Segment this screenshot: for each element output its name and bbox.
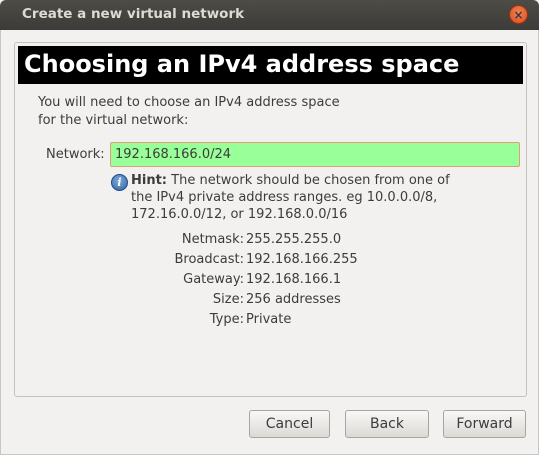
forward-button[interactable]: Forward — [443, 410, 526, 438]
window-title: Create a new virtual network — [22, 6, 245, 22]
close-icon[interactable]: × — [509, 5, 528, 24]
size-value: 256 addresses — [246, 292, 341, 307]
type-label: Type: — [209, 312, 244, 327]
netmask-value: 255.255.255.0 — [246, 232, 342, 247]
size-label: Size: — [212, 292, 244, 307]
detail-row-gateway: Gateway: 192.168.166.1 — [15, 272, 528, 292]
intro-text: You will need to choose an IPv4 address … — [38, 95, 340, 128]
type-value: Private — [246, 312, 292, 327]
netmask-label: Netmask: — [181, 232, 244, 247]
dialog-body: Choosing an IPv4 address space You will … — [0, 30, 539, 455]
detail-row-broadcast: Broadcast: 192.168.166.255 — [15, 252, 528, 272]
hint-text: Hint: The network should be chosen from … — [131, 172, 451, 223]
page-banner: Choosing an IPv4 address space — [18, 46, 523, 84]
broadcast-label: Broadcast: — [174, 252, 244, 267]
hint-body: The network should be chosen from one of… — [131, 173, 450, 222]
cancel-button[interactable]: Cancel — [249, 410, 330, 438]
page-title: Choosing an IPv4 address space — [24, 50, 460, 78]
gateway-label: Gateway: — [183, 272, 244, 287]
back-button[interactable]: Back — [345, 410, 429, 438]
detail-row-size: Size: 256 addresses — [15, 292, 528, 312]
detail-row-netmask: Netmask: 255.255.255.0 — [15, 232, 528, 252]
network-input[interactable] — [110, 142, 520, 167]
gateway-value: 192.168.166.1 — [246, 272, 342, 287]
title-bar[interactable]: Create a new virtual network × — [0, 0, 539, 30]
broadcast-value: 192.168.166.255 — [246, 252, 358, 267]
detail-row-type: Type: Private — [15, 312, 528, 332]
info-icon: i — [111, 174, 128, 191]
content-panel: Choosing an IPv4 address space You will … — [14, 42, 527, 397]
network-label: Network: — [46, 147, 105, 162]
hint-label: Hint: — [131, 173, 168, 188]
